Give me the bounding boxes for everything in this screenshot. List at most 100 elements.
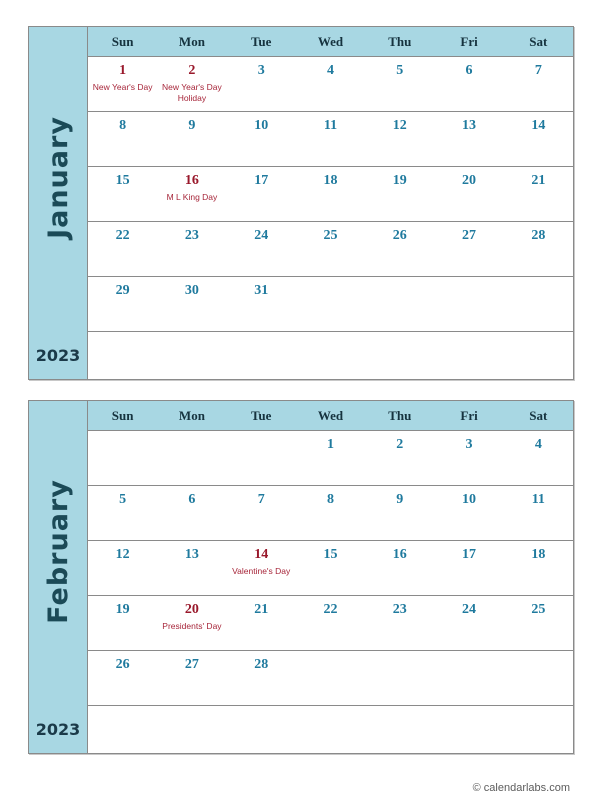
day-cell[interactable]: 16: [365, 541, 434, 595]
day-cell-empty: [296, 651, 365, 705]
day-cell[interactable]: 20 Presidents' Day: [157, 596, 226, 650]
day-cell[interactable]: 4: [504, 431, 573, 485]
day-cell[interactable]: 31: [227, 277, 296, 331]
day-cell[interactable]: 9: [365, 486, 434, 540]
day-cell[interactable]: 5: [88, 486, 157, 540]
day-number: 10: [254, 118, 269, 133]
day-cell-empty: [365, 651, 434, 705]
day-cell[interactable]: 26: [365, 222, 434, 276]
day-cell[interactable]: 6: [157, 486, 226, 540]
day-number: 3: [465, 437, 473, 452]
day-cell[interactable]: 16 M L King Day: [157, 167, 226, 221]
day-cell[interactable]: 1: [296, 431, 365, 485]
day-cell[interactable]: 30: [157, 277, 226, 331]
day-number: 17: [254, 173, 269, 188]
day-cell[interactable]: 3: [227, 57, 296, 111]
day-cell[interactable]: 18: [296, 167, 365, 221]
day-cell[interactable]: 14: [504, 112, 573, 166]
day-cell[interactable]: 22: [88, 222, 157, 276]
day-number: 30: [184, 283, 199, 298]
weekday-header-fri: Fri: [460, 33, 478, 49]
week-row: 12 13 14 Valentine's Day 15 16 17 18: [88, 541, 573, 596]
day-number: 7: [257, 492, 265, 507]
day-cell[interactable]: 27: [157, 651, 226, 705]
day-cell[interactable]: 14 Valentine's Day: [227, 541, 296, 595]
day-cell[interactable]: 22: [296, 596, 365, 650]
day-cell[interactable]: 8: [88, 112, 157, 166]
day-cell[interactable]: 10: [434, 486, 503, 540]
day-number: 16: [184, 173, 199, 188]
holiday-label: M L King Day: [166, 192, 218, 203]
day-cell[interactable]: 25: [504, 596, 573, 650]
day-cell[interactable]: 19: [88, 596, 157, 650]
day-number: 13: [462, 118, 477, 133]
day-cell[interactable]: 11: [296, 112, 365, 166]
day-cell[interactable]: 29: [88, 277, 157, 331]
holiday-label: New Year's Day Holiday: [162, 82, 222, 103]
day-number: 3: [257, 63, 265, 78]
day-number: 28: [531, 228, 546, 243]
day-number: 6: [465, 63, 473, 78]
week-row: 1 New Year's Day 2 New Year's Day Holiday 3 4…: [88, 57, 573, 112]
day-cell[interactable]: 24: [227, 222, 296, 276]
day-cell[interactable]: 5: [365, 57, 434, 111]
day-number: 23: [184, 228, 199, 243]
month-year-label: 2023: [35, 346, 81, 365]
day-cell[interactable]: 19: [365, 167, 434, 221]
month-block-january: January 2023 Sun Mon Tue Wed Thu Fri Sat 1 New Yea…: [28, 26, 574, 380]
day-cell-empty: [296, 332, 365, 379]
day-cell[interactable]: 24: [434, 596, 503, 650]
day-cell[interactable]: 15: [88, 167, 157, 221]
day-cell-empty: [296, 277, 365, 331]
copyright-icon: ©: [472, 782, 481, 794]
weekday-header-row: Sun Mon Tue Wed Thu Fri Sat: [88, 401, 573, 431]
day-cell[interactable]: 25: [296, 222, 365, 276]
day-cell[interactable]: 17: [227, 167, 296, 221]
day-number: 19: [115, 602, 130, 617]
day-cell[interactable]: 2 New Year's Day Holiday: [157, 57, 226, 111]
day-cell[interactable]: 21: [227, 596, 296, 650]
day-cell[interactable]: 13: [434, 112, 503, 166]
day-cell-empty: [227, 706, 296, 753]
day-cell[interactable]: 18: [504, 541, 573, 595]
day-number: 19: [392, 173, 407, 188]
day-cell[interactable]: 10: [227, 112, 296, 166]
day-cell[interactable]: 1 New Year's Day: [88, 57, 157, 111]
day-cell[interactable]: 28: [504, 222, 573, 276]
month-year-label: 2023: [35, 720, 81, 739]
day-cell[interactable]: 26: [88, 651, 157, 705]
day-cell[interactable]: 23: [365, 596, 434, 650]
day-cell[interactable]: 4: [296, 57, 365, 111]
day-cell[interactable]: 12: [365, 112, 434, 166]
day-cell[interactable]: 6: [434, 57, 503, 111]
day-number: 24: [462, 602, 477, 617]
day-cell[interactable]: 21: [504, 167, 573, 221]
day-cell[interactable]: 7: [227, 486, 296, 540]
day-cell[interactable]: 27: [434, 222, 503, 276]
month-name: February: [29, 401, 87, 701]
day-cell-empty: [157, 332, 226, 379]
day-cell[interactable]: 17: [434, 541, 503, 595]
day-cell-empty: [88, 332, 157, 379]
day-cell[interactable]: 15: [296, 541, 365, 595]
weekday-header-sun: Sun: [111, 33, 134, 49]
day-cell[interactable]: 3: [434, 431, 503, 485]
day-cell[interactable]: 8: [296, 486, 365, 540]
day-cell[interactable]: 7: [504, 57, 573, 111]
day-number: 1: [119, 63, 127, 78]
day-cell[interactable]: 23: [157, 222, 226, 276]
day-cell[interactable]: 13: [157, 541, 226, 595]
month-grid: Sun Mon Tue Wed Thu Fri Sat 1 New Year's Day 2 New…: [88, 27, 573, 379]
day-number: 25: [323, 228, 338, 243]
day-cell[interactable]: 11: [504, 486, 573, 540]
day-cell[interactable]: 9: [157, 112, 226, 166]
day-number: 12: [392, 118, 407, 133]
day-number: 26: [115, 657, 130, 672]
day-cell[interactable]: 20: [434, 167, 503, 221]
day-cell[interactable]: 28: [227, 651, 296, 705]
weekday-header-mon: Mon: [178, 33, 205, 49]
day-cell[interactable]: 12: [88, 541, 157, 595]
day-cell[interactable]: 2: [365, 431, 434, 485]
holiday-label: Valentine's Day: [232, 566, 291, 577]
day-number: 18: [531, 547, 546, 562]
